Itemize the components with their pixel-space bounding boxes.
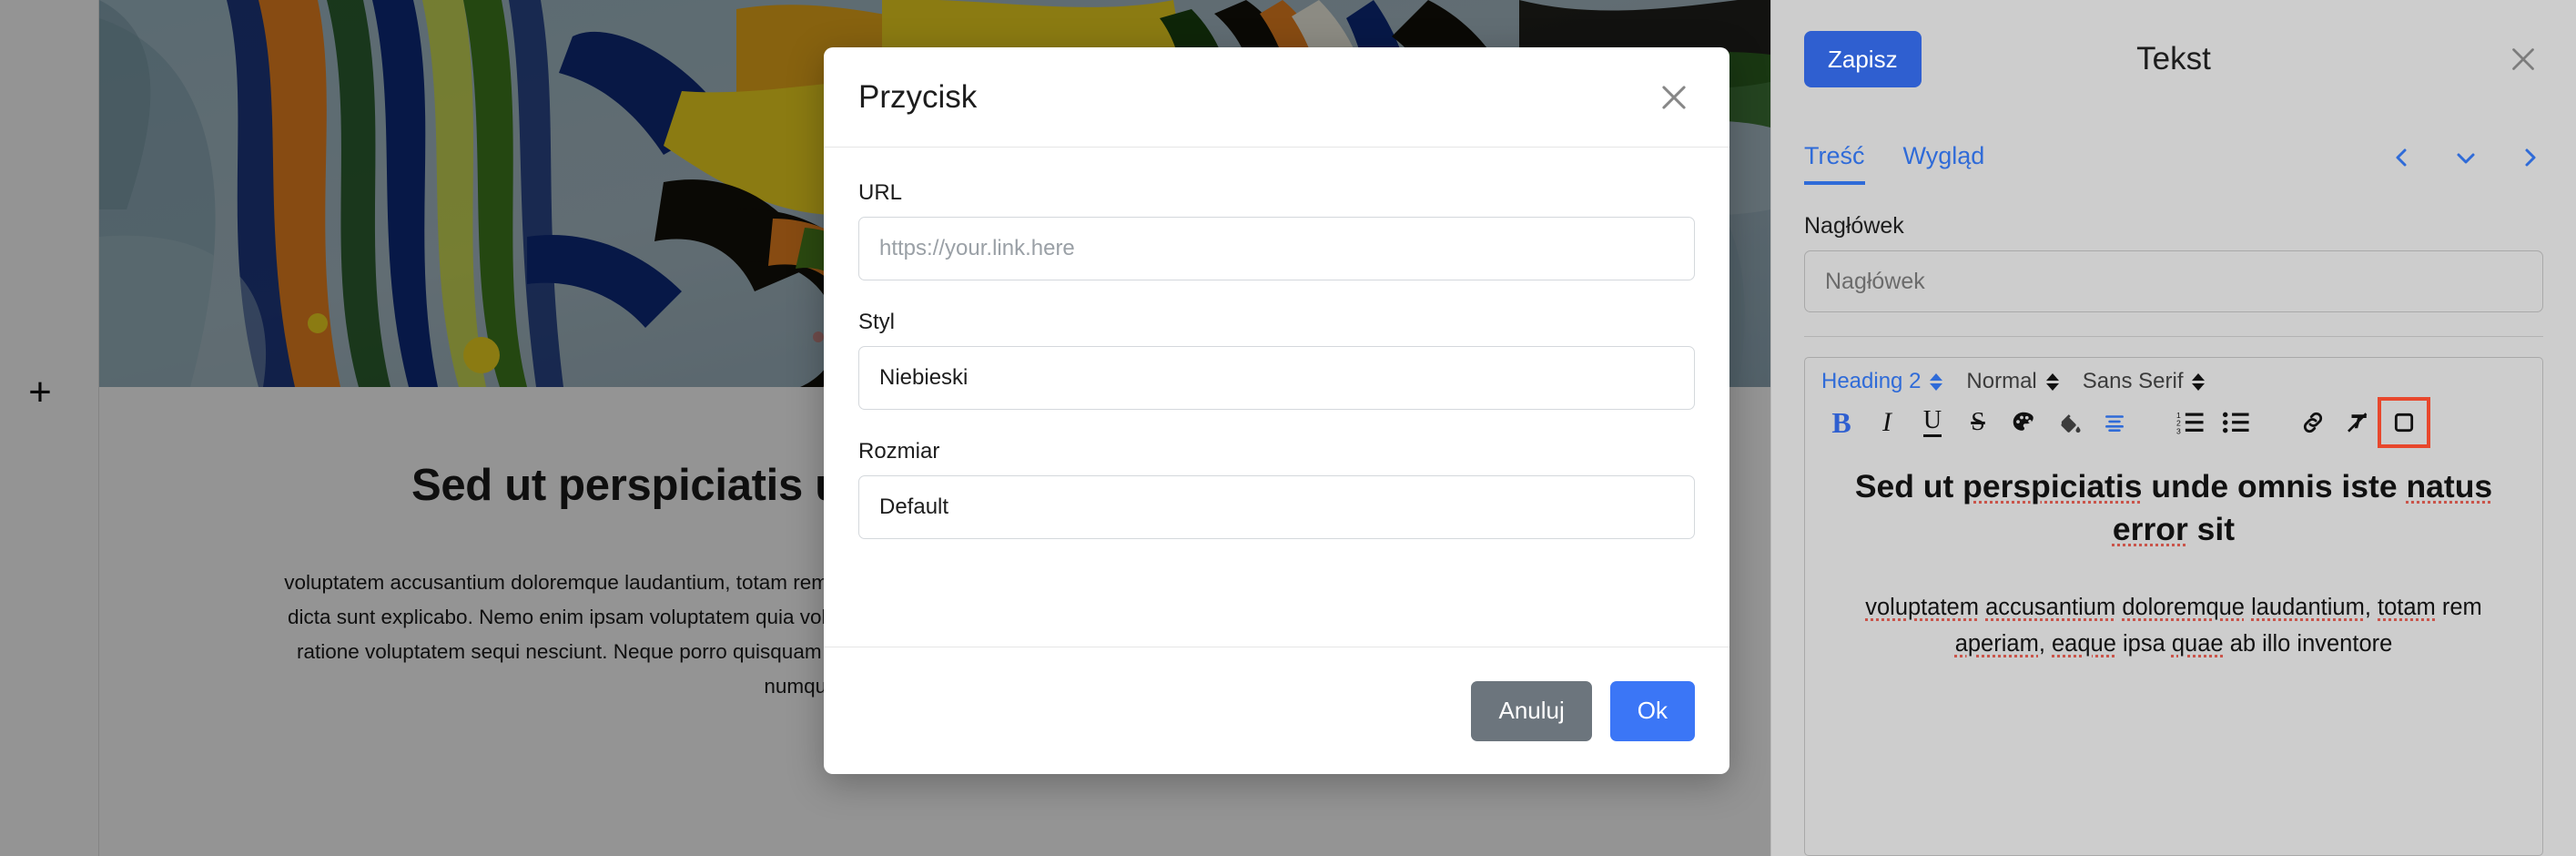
panel-tabs: Treść Wygląd	[1771, 118, 2576, 197]
style-field-group: Styl	[858, 310, 1695, 410]
panel-header: Zapisz Tekst	[1771, 0, 2576, 118]
heading-field-group: Nagłówek	[1771, 197, 2576, 312]
heading-label: Nagłówek	[1804, 213, 1904, 239]
text-style-label: Normal	[1966, 369, 2037, 393]
editor-content-area[interactable]: Sed ut perspiciatis unde omnis iste natu…	[1805, 453, 2542, 855]
stepper-icon	[1930, 372, 1943, 391]
url-input[interactable]	[858, 217, 1695, 280]
italic-icon[interactable]: I	[1867, 403, 1907, 442]
bold-icon[interactable]: B	[1821, 403, 1861, 442]
dialog-body: URL Styl Rozmiar	[824, 148, 1729, 647]
panel-divider	[1804, 336, 2543, 337]
dialog-title: Przycisk	[858, 78, 978, 115]
background-fill-icon[interactable]	[2049, 403, 2089, 442]
chevron-down-icon[interactable]	[2452, 144, 2480, 171]
save-button[interactable]: Zapisz	[1804, 31, 1922, 87]
editor-paragraph[interactable]: voluptatem accusantium doloremque laudan…	[1836, 589, 2511, 662]
ok-button[interactable]: Ok	[1609, 680, 1695, 741]
heading-input[interactable]	[1804, 250, 2543, 312]
svg-text:3: 3	[2176, 426, 2181, 435]
tab-tresc[interactable]: Treść	[1804, 142, 1865, 185]
close-icon[interactable]	[2503, 39, 2543, 79]
dialog-footer: Anuluj Ok	[824, 647, 1729, 774]
app-root: + Sed ut perspiciatis voluptatem accusan…	[0, 0, 2576, 856]
editor-heading[interactable]: Sed ut perspiciatis unde omnis iste natu…	[1836, 465, 2511, 551]
underline-icon[interactable]: U	[1912, 403, 1952, 442]
size-field-group: Rozmiar	[858, 439, 1695, 539]
text-style-select[interactable]: Normal	[1966, 369, 2059, 394]
align-icon[interactable]	[2094, 403, 2135, 442]
tab-wyglad[interactable]: Wygląd	[1903, 142, 1985, 185]
stepper-icon	[2045, 372, 2059, 391]
close-icon[interactable]	[1653, 76, 1695, 118]
text-color-palette-icon[interactable]	[2003, 403, 2044, 442]
insert-button-icon[interactable]	[2378, 397, 2430, 448]
size-label: Rozmiar	[858, 439, 940, 464]
dialog-header: Przycisk	[824, 47, 1729, 148]
editor-toolbar-row-1: Heading 2 Normal Sans Serif	[1805, 358, 2542, 398]
heading-level-select[interactable]: Heading 2	[1821, 369, 1943, 394]
button-settings-dialog: Przycisk URL Styl Rozmiar Anuluj	[824, 47, 1729, 774]
style-input[interactable]	[858, 346, 1695, 410]
stepper-icon	[2192, 372, 2206, 391]
url-label: URL	[858, 180, 903, 205]
ordered-list-icon[interactable]: 1 2 3	[2171, 403, 2211, 442]
right-panel: Zapisz Tekst Treść Wygląd Nagłówek Nagłó…	[1770, 0, 2576, 856]
bullet-list-icon[interactable]	[2216, 403, 2257, 442]
chevron-right-icon[interactable]	[2516, 144, 2543, 171]
clear-format-icon[interactable]	[2338, 403, 2378, 442]
url-field-group: URL	[858, 180, 1695, 280]
font-family-label: Sans Serif	[2082, 369, 2184, 393]
chevron-left-icon[interactable]	[2388, 144, 2416, 171]
cancel-button[interactable]: Anuluj	[1471, 680, 1592, 741]
editor-toolbar-row-2: B I U S 1 2 3	[1805, 397, 2542, 453]
link-icon[interactable]	[2293, 403, 2333, 442]
strikethrough-icon[interactable]: S	[1958, 403, 1998, 442]
font-family-select[interactable]: Sans Serif	[2083, 369, 2206, 394]
panel-nav	[2388, 144, 2543, 171]
size-input[interactable]	[858, 475, 1695, 539]
rich-text-editor: Heading 2 Normal Sans Serif B I U S 1 2 …	[1804, 357, 2543, 856]
style-label: Styl	[858, 310, 896, 334]
heading-level-label: Heading 2	[1821, 369, 1922, 393]
